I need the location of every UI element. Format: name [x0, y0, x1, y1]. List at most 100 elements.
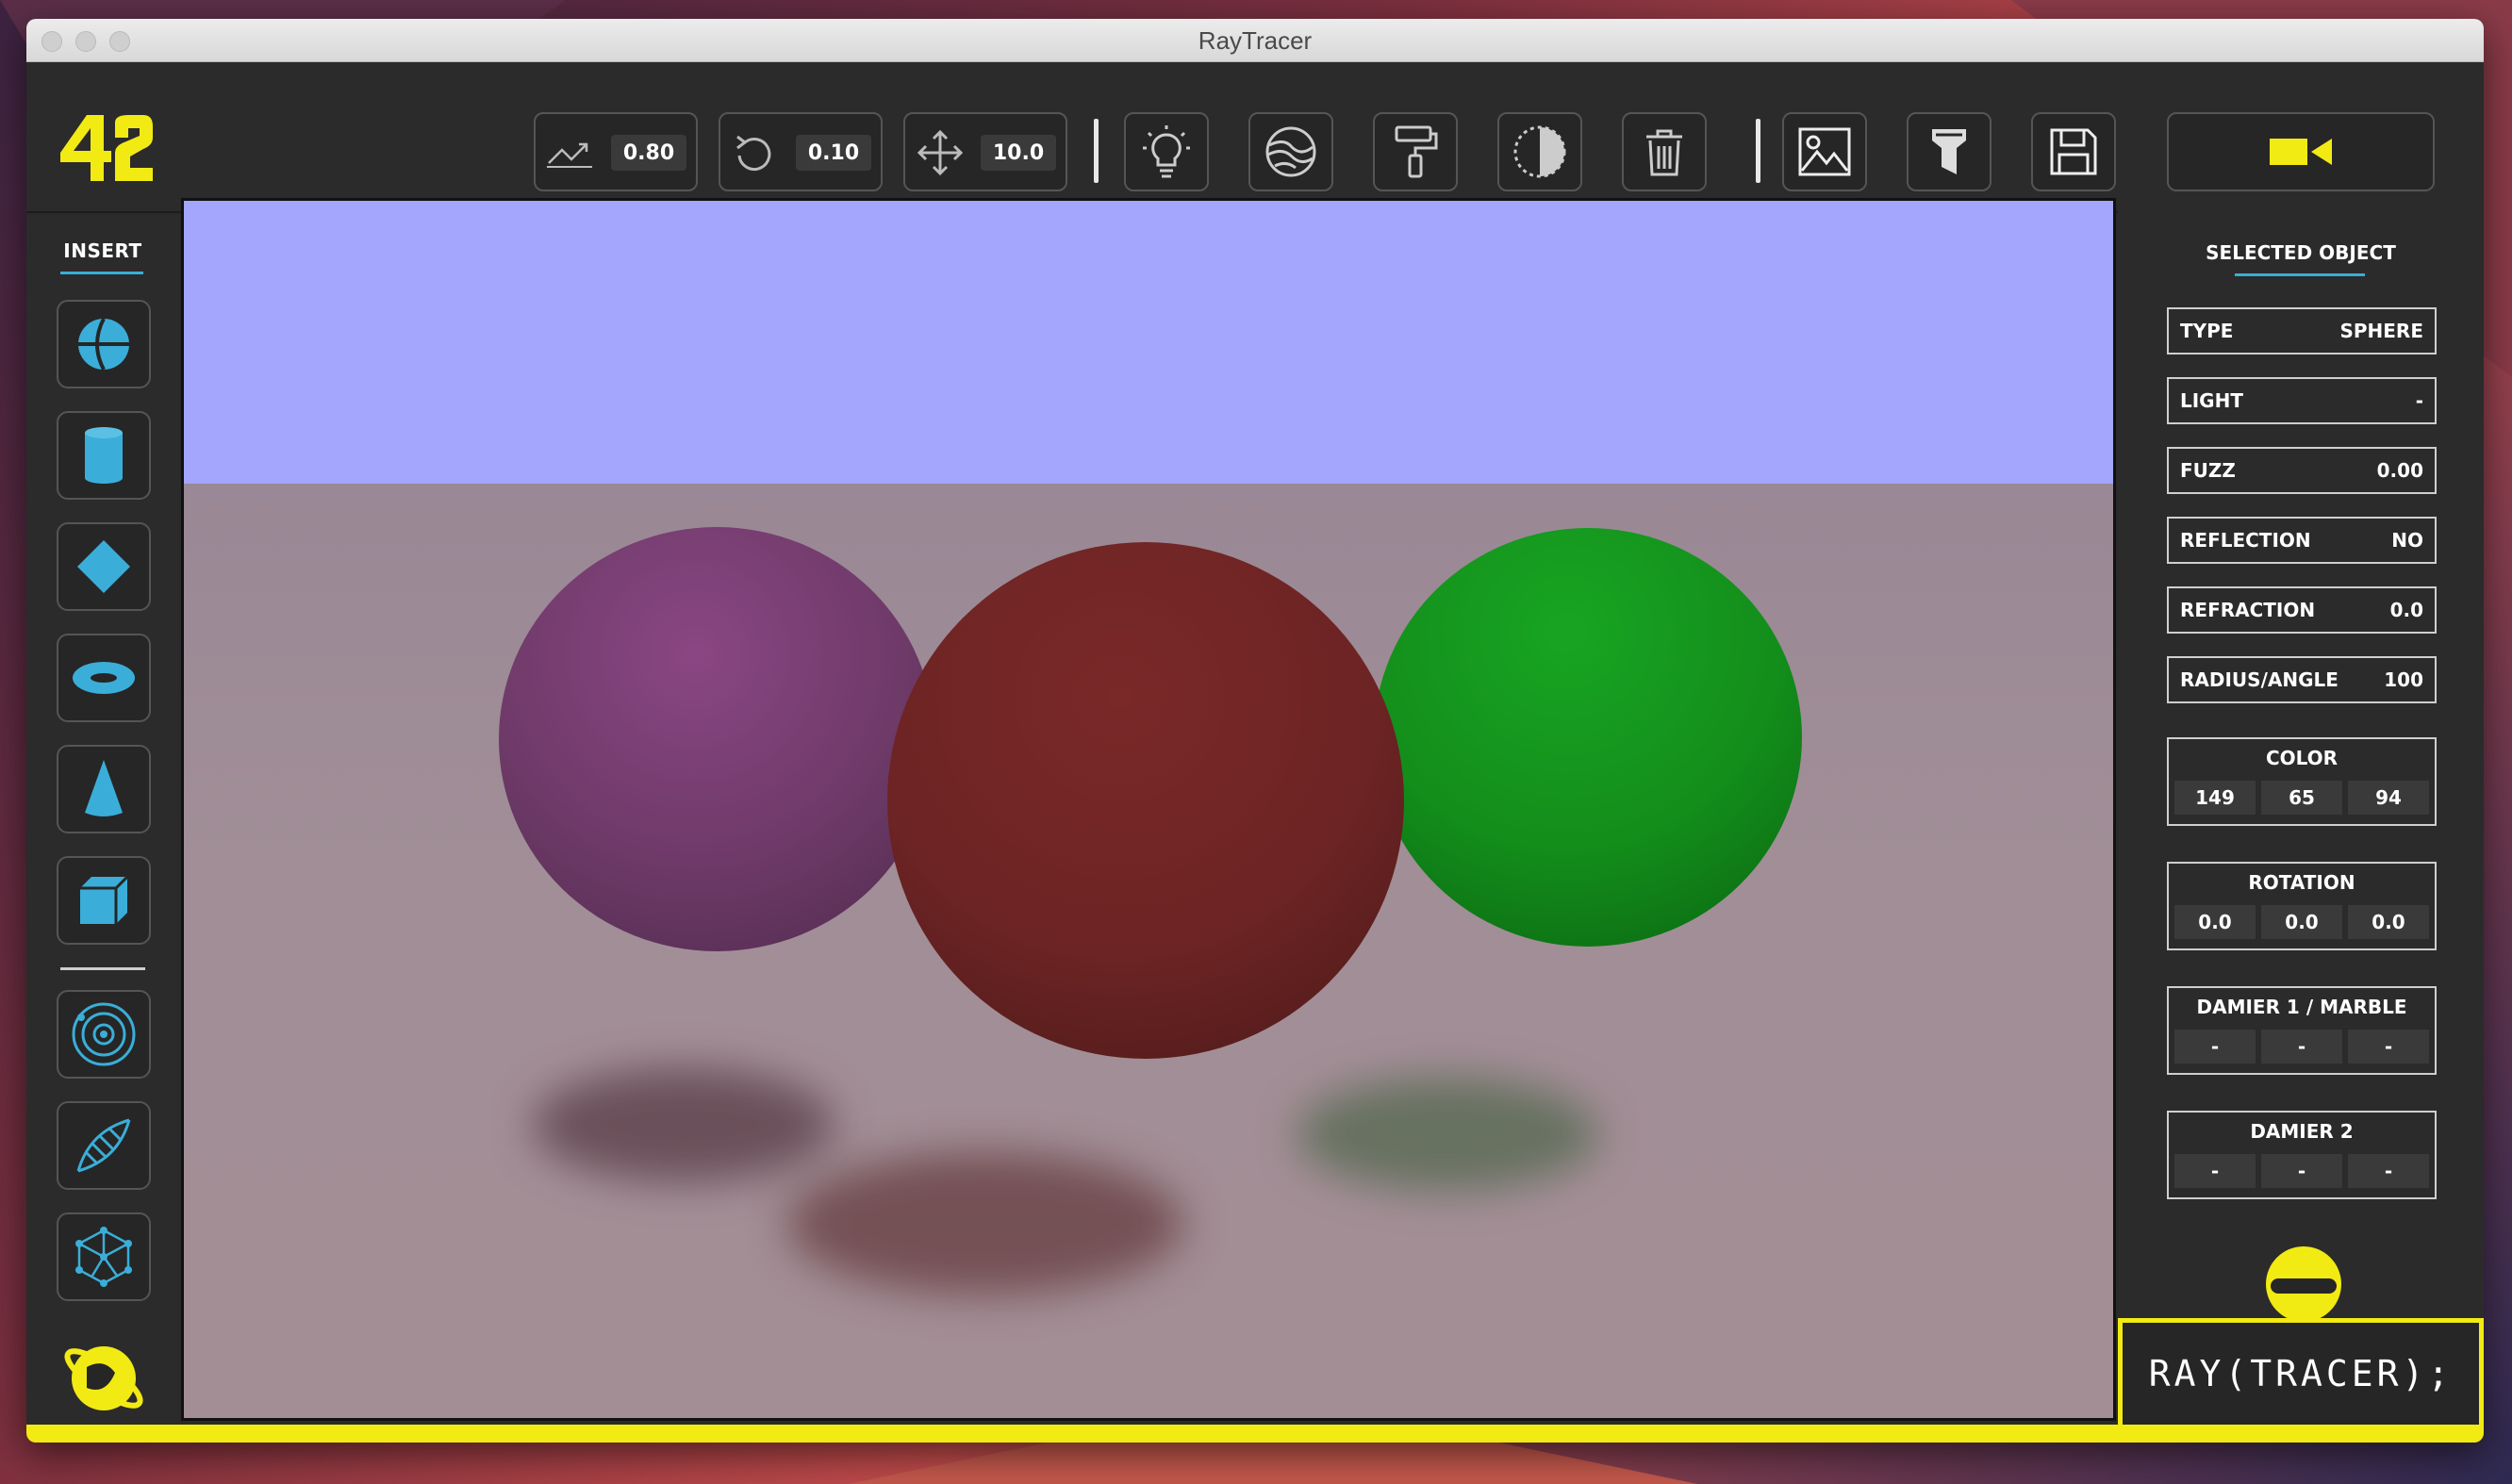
paint-roller-icon — [1395, 125, 1438, 178]
image-icon — [1798, 127, 1851, 176]
red-sphere[interactable] — [887, 542, 1404, 1059]
trash-icon — [1646, 129, 1682, 176]
fuzz-label: FUZZ — [2180, 459, 2236, 482]
planet-express-logo-icon — [64, 1346, 143, 1410]
damier1-a-input[interactable]: - — [2174, 1030, 2256, 1064]
purple-sphere[interactable] — [499, 527, 934, 951]
rotate-icon — [736, 135, 771, 172]
reflection-field[interactable]: REFLECTION NO — [2167, 517, 2437, 564]
green-sphere-shadow — [1297, 1078, 1598, 1191]
rotate-value[interactable]: 0.10 — [796, 135, 871, 171]
rotation-label: ROTATION — [2248, 871, 2355, 894]
light-field[interactable]: LIGHT - — [2167, 377, 2437, 424]
rotate-control[interactable]: 0.10 — [719, 112, 883, 191]
insert-dna-button[interactable] — [57, 1101, 151, 1190]
filter-icon — [1932, 129, 1966, 174]
color-r-input[interactable]: 149 — [2174, 781, 2256, 815]
reflection-value: NO — [2391, 529, 2423, 552]
damier2-b-input[interactable]: - — [2261, 1154, 2342, 1188]
insert-orbit-button[interactable] — [57, 990, 151, 1079]
toolbar-separator — [1756, 119, 1760, 183]
damier1-label: DAMIER 1 / MARBLE — [2196, 996, 2407, 1018]
cone-icon — [85, 760, 123, 816]
insert-cylinder-button[interactable] — [57, 411, 151, 500]
material-button[interactable] — [1248, 112, 1333, 191]
move-icon — [917, 129, 964, 176]
fuzz-field[interactable]: FUZZ 0.00 — [2167, 447, 2437, 494]
panel-title-underline — [2235, 273, 2365, 276]
title-bar: RayTracer — [26, 19, 2484, 62]
refraction-field[interactable]: REFRACTION 0.0 — [2167, 586, 2437, 634]
sidebar-divider — [60, 967, 145, 970]
radius-angle-label: RADIUS/ANGLE — [2180, 668, 2338, 691]
type-value: SPHERE — [2339, 320, 2423, 342]
record-video-button[interactable] — [2167, 112, 2435, 191]
orbit-icon — [72, 1002, 136, 1066]
refraction-label: REFRACTION — [2180, 599, 2316, 621]
damier2-c-input[interactable]: - — [2348, 1154, 2429, 1188]
save-icon — [2050, 128, 2097, 175]
contrast-icon — [1513, 125, 1566, 178]
fuzz-value: 0.00 — [2376, 459, 2423, 482]
color-group: COLOR 149 65 94 — [2167, 737, 2437, 826]
sphere-icon — [78, 318, 129, 371]
insert-sidebar: INSERT — [26, 215, 179, 1436]
insert-plane-button[interactable] — [57, 522, 151, 611]
light-label: LIGHT — [2180, 389, 2243, 412]
app-window: RayTracer 0.80 0.10 10.0 INSERT SELECTED… — [26, 19, 2484, 1443]
logo-42-icon — [60, 115, 153, 181]
render-image-button[interactable] — [1782, 112, 1867, 191]
type-label: TYPE — [2180, 320, 2234, 342]
scale-icon — [547, 142, 592, 168]
delete-button[interactable] — [1622, 112, 1707, 191]
light-button[interactable] — [1124, 112, 1209, 191]
insert-torus-button[interactable] — [57, 634, 151, 722]
toolbar: 0.80 0.10 10.0 — [26, 62, 2484, 213]
sphere-texture-icon — [1265, 126, 1316, 177]
purple-sphere-shadow — [533, 1068, 835, 1181]
insert-mesh-button[interactable] — [57, 1212, 151, 1301]
damier2-a-input[interactable]: - — [2174, 1154, 2256, 1188]
radius-angle-field[interactable]: RADIUS/ANGLE 100 — [2167, 656, 2437, 703]
insert-cone-button[interactable] — [57, 745, 151, 833]
damier1-c-input[interactable]: - — [2348, 1030, 2429, 1064]
insert-cube-button[interactable] — [57, 856, 151, 945]
insert-label: INSERT — [63, 239, 142, 262]
rotation-y-input[interactable]: 0.0 — [2261, 905, 2342, 939]
light-bulb-icon — [1143, 125, 1190, 178]
radius-angle-value: 100 — [2384, 668, 2423, 691]
scale-control[interactable]: 0.80 — [534, 112, 698, 191]
window-title: RayTracer — [1198, 26, 1313, 55]
raytracer-brand: RAY(TRACER); — [2118, 1318, 2484, 1429]
refraction-value: 0.0 — [2389, 599, 2423, 621]
filter-button[interactable] — [1907, 112, 1991, 191]
cube-icon — [80, 875, 129, 924]
torus-icon — [73, 662, 135, 694]
insert-underline — [60, 272, 143, 274]
move-value[interactable]: 10.0 — [981, 135, 1056, 171]
bottom-accent-bar — [26, 1425, 2484, 1443]
plane-diamond-icon — [77, 540, 130, 593]
mesh-icon — [75, 1227, 132, 1287]
video-camera-icon — [2270, 139, 2332, 165]
move-control[interactable]: 10.0 — [903, 112, 1067, 191]
rotation-x-input[interactable]: 0.0 — [2174, 905, 2256, 939]
insert-sphere-button[interactable] — [57, 300, 151, 388]
dna-icon — [76, 1118, 131, 1173]
color-b-input[interactable]: 94 — [2348, 781, 2429, 815]
light-value: - — [2415, 389, 2423, 412]
render-viewport[interactable] — [181, 198, 2116, 1421]
contrast-button[interactable] — [1497, 112, 1582, 191]
type-field[interactable]: TYPE SPHERE — [2167, 307, 2437, 355]
color-g-input[interactable]: 65 — [2261, 781, 2342, 815]
green-sphere[interactable] — [1374, 528, 1802, 947]
save-button[interactable] — [2031, 112, 2116, 191]
damier1-b-input[interactable]: - — [2261, 1030, 2342, 1064]
red-sphere-shadow — [787, 1153, 1183, 1294]
damier2-group: DAMIER 2 - - - — [2167, 1111, 2437, 1199]
rotation-z-input[interactable]: 0.0 — [2348, 905, 2429, 939]
paint-button[interactable] — [1373, 112, 1458, 191]
scale-value[interactable]: 0.80 — [611, 135, 686, 171]
cylinder-icon — [85, 427, 123, 484]
sky — [184, 201, 2113, 484]
